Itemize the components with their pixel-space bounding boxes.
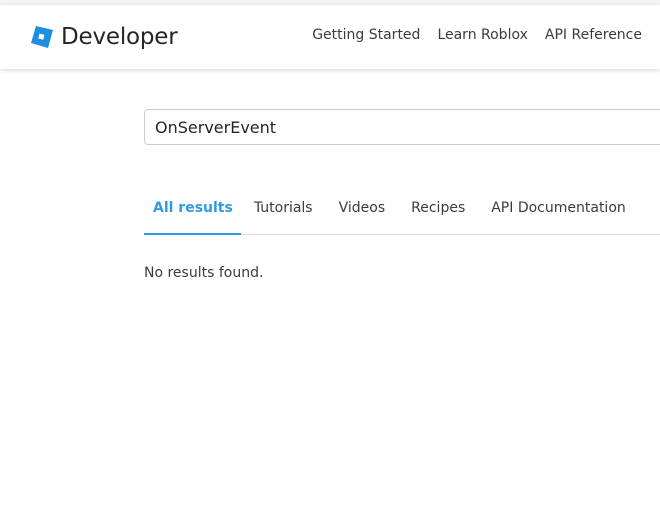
tab-videos[interactable]: Videos bbox=[326, 184, 399, 234]
roblox-logo-icon bbox=[31, 26, 53, 48]
nav-learn-roblox[interactable]: Learn Roblox bbox=[437, 27, 527, 43]
site-header: Developer Getting Started Learn Roblox A… bbox=[0, 5, 660, 69]
nav-getting-started[interactable]: Getting Started bbox=[312, 27, 420, 43]
search-box bbox=[144, 109, 660, 145]
brand-link[interactable]: Developer bbox=[31, 21, 178, 53]
tab-tutorials[interactable]: Tutorials bbox=[241, 184, 326, 234]
tab-all-results[interactable]: All results bbox=[144, 184, 241, 235]
no-results-message: No results found. bbox=[144, 265, 264, 281]
tab-recipes[interactable]: Recipes bbox=[398, 184, 478, 234]
tab-api-documentation[interactable]: API Documentation bbox=[478, 184, 639, 234]
top-nav: Getting Started Learn Roblox API Referen… bbox=[312, 27, 642, 43]
result-tabs: All results Tutorials Videos Recipes API… bbox=[144, 184, 660, 235]
brand-name: Developer bbox=[61, 24, 178, 50]
search-input[interactable] bbox=[145, 110, 660, 144]
nav-api-reference[interactable]: API Reference bbox=[545, 27, 642, 43]
